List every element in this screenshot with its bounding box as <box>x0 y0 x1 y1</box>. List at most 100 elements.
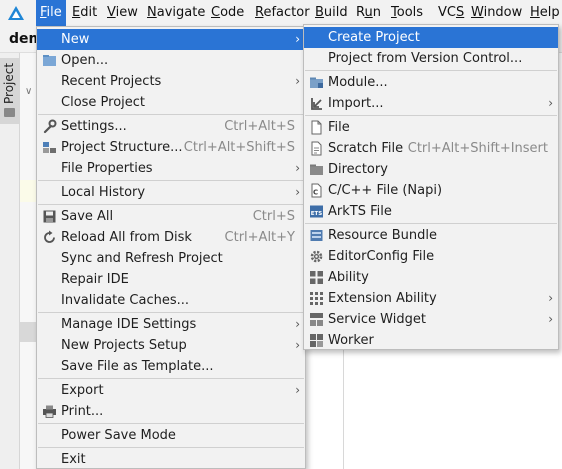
menu-item-service-widget[interactable]: Service Widget › <box>304 309 558 330</box>
menu-item-directory[interactable]: Directory <box>304 159 558 180</box>
arkts-file-icon: ETS <box>309 204 324 219</box>
shortcut-label: Ctrl+Alt+S <box>224 119 295 134</box>
chevron-right-icon: › <box>295 383 300 397</box>
menu-window[interactable]: Window <box>467 0 526 26</box>
menu-item-exit[interactable]: Exit <box>37 449 305 469</box>
menu-item-invalidate-caches[interactable]: Invalidate Caches... <box>37 290 305 311</box>
menu-item-print[interactable]: Print... <box>37 401 305 422</box>
menu-item-label: Save File as Template... <box>61 359 214 374</box>
menu-bar: File Edit View Navigate Code Refactor Build Run… <box>0 0 562 26</box>
module-icon <box>309 75 324 90</box>
menu-separator <box>305 223 557 224</box>
menu-file[interactable]: File <box>36 0 66 26</box>
chevron-right-icon: › <box>295 317 300 331</box>
chevron-down-icon[interactable]: ∨ <box>25 86 32 97</box>
menu-item-project-from-version-control[interactable]: Project from Version Control... <box>304 48 558 69</box>
menu-item-new-projects-setup[interactable]: New Projects Setup › <box>37 335 305 356</box>
app-logo-icon <box>8 6 24 20</box>
menu-item-reload-all-from-disk[interactable]: Reload All from Disk Ctrl+Alt+Y <box>37 227 305 248</box>
chevron-right-icon: › <box>548 312 553 326</box>
menu-item-label: Service Widget <box>328 312 426 327</box>
menu-item-label: Settings... <box>61 119 127 134</box>
menu-view[interactable]: View <box>103 0 142 26</box>
resource-bundle-icon <box>309 228 324 243</box>
shortcut-label: Ctrl+Alt+Y <box>224 230 295 245</box>
extension-ability-icon <box>309 291 324 306</box>
menu-item-new[interactable]: New › <box>37 29 305 50</box>
menu-item-save-all[interactable]: Save All Ctrl+S <box>37 206 305 227</box>
menu-item-scratch-file[interactable]: Scratch File Ctrl+Alt+Shift+Insert <box>304 138 558 159</box>
menu-item-power-save-mode[interactable]: Power Save Mode <box>37 425 305 446</box>
file-icon <box>309 120 324 135</box>
folder-icon <box>309 162 324 177</box>
menu-build[interactable]: Build <box>311 0 352 26</box>
menu-item-label: Exit <box>61 452 86 467</box>
menu-vcs[interactable]: VCS <box>434 0 468 26</box>
import-icon <box>309 96 324 111</box>
menu-item-label: File <box>328 120 350 135</box>
menu-item-arkts-file[interactable]: ETS ArkTS File <box>304 201 558 222</box>
project-tool-tab-label: Project <box>2 62 16 104</box>
menu-item-file-properties[interactable]: File Properties › <box>37 158 305 179</box>
menu-separator <box>38 423 304 424</box>
menu-item-sync-and-refresh-project[interactable]: Sync and Refresh Project <box>37 248 305 269</box>
menu-item-label: Import... <box>328 96 384 111</box>
menu-separator <box>38 114 304 115</box>
print-icon <box>42 404 57 419</box>
menu-separator <box>38 312 304 313</box>
menu-item-close-project[interactable]: Close Project <box>37 92 305 113</box>
menu-run[interactable]: Run <box>352 0 385 26</box>
menu-item-label: Manage IDE Settings <box>61 317 197 332</box>
menu-navigate[interactable]: Navigate <box>143 0 209 26</box>
new-submenu: Create Project Project from Version Contr… <box>303 24 559 350</box>
menu-item-ability[interactable]: Ability <box>304 267 558 288</box>
menu-item-repair-ide[interactable]: Repair IDE <box>37 269 305 290</box>
menu-item-export[interactable]: Export › <box>37 380 305 401</box>
menu-tools[interactable]: Tools <box>387 0 427 26</box>
menu-edit[interactable]: Edit <box>68 0 101 26</box>
menu-item-local-history[interactable]: Local History › <box>37 182 305 203</box>
menu-item-import[interactable]: Import... › <box>304 93 558 114</box>
menu-item-save-file-as-template[interactable]: Save File as Template... <box>37 356 305 377</box>
menu-item-label: Print... <box>61 404 104 419</box>
shortcut-label: Ctrl+Alt+Shift+S <box>183 140 295 155</box>
menu-item-file[interactable]: File <box>304 117 558 138</box>
chevron-right-icon: › <box>295 161 300 175</box>
menu-item-label: Local History <box>61 185 146 200</box>
menu-item-label: Extension Ability <box>328 291 437 306</box>
editor-divider <box>343 349 344 469</box>
chevron-right-icon: › <box>295 74 300 88</box>
menu-item-label: File Properties <box>61 161 153 176</box>
menu-item-label: Scratch File <box>328 141 404 156</box>
menu-separator <box>38 378 304 379</box>
menu-item-label: Resource Bundle <box>328 228 438 243</box>
menu-help[interactable]: Help <box>526 0 562 26</box>
menu-item-resource-bundle[interactable]: Resource Bundle <box>304 225 558 246</box>
gear-icon <box>309 249 324 264</box>
menu-item-create-project[interactable]: Create Project <box>304 27 558 48</box>
menu-item-project-structure[interactable]: Project Structure... Ctrl+Alt+Shift+S <box>37 137 305 158</box>
file-menu: New › Open... Recent Projects › Close Project… <box>36 26 306 469</box>
menu-item-label: Create Project <box>328 30 420 45</box>
chevron-right-icon: › <box>295 338 300 352</box>
menu-item-c-c-file-napi[interactable]: C C/C++ File (Napi) <box>304 180 558 201</box>
menu-item-label: Directory <box>328 162 388 177</box>
svg-text:ETS: ETS <box>311 211 323 217</box>
menu-item-label: Power Save Mode <box>61 428 176 443</box>
menu-item-editorconfig-file[interactable]: EditorConfig File <box>304 246 558 267</box>
menu-item-worker[interactable]: Worker <box>304 330 558 351</box>
menu-code[interactable]: Code <box>207 0 248 26</box>
menu-item-settings[interactable]: Settings... Ctrl+Alt+S <box>37 116 305 137</box>
menu-separator <box>38 180 304 181</box>
chevron-right-icon: › <box>548 96 553 110</box>
menu-item-module[interactable]: Module... <box>304 72 558 93</box>
menu-item-label: ArkTS File <box>328 204 392 219</box>
menu-item-recent-projects[interactable]: Recent Projects › <box>37 71 305 92</box>
menu-item-manage-ide-settings[interactable]: Manage IDE Settings › <box>37 314 305 335</box>
menu-item-open[interactable]: Open... <box>37 50 305 71</box>
menu-refactor[interactable]: Refactor <box>251 0 314 26</box>
chevron-right-icon: › <box>295 32 300 46</box>
menu-item-extension-ability[interactable]: Extension Ability › <box>304 288 558 309</box>
menu-item-label: Reload All from Disk <box>61 230 192 245</box>
menu-separator <box>305 70 557 71</box>
